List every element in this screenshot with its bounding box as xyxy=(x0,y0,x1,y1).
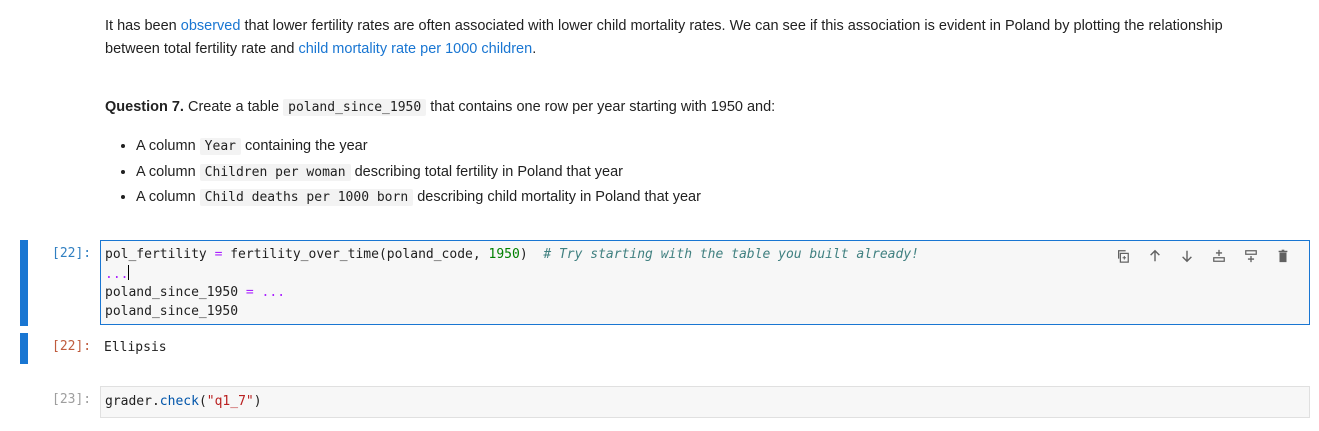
insert-below-button[interactable] xyxy=(1235,247,1267,265)
move-down-button[interactable] xyxy=(1171,247,1203,265)
observed-link[interactable]: observed xyxy=(181,18,241,34)
insert-above-button[interactable] xyxy=(1203,247,1235,265)
markdown-paragraph-intro: It has been observed that lower fertilit… xyxy=(105,15,1245,61)
code-editor[interactable]: pol_fertility = fertility_over_time(pola… xyxy=(105,246,919,321)
column-requirements-list: A column Year containing the year A colu… xyxy=(116,134,701,211)
column-code: Year xyxy=(199,138,241,155)
column-code: Child deaths per 1000 born xyxy=(199,189,414,206)
copy-icon xyxy=(1118,250,1129,263)
column-code: Children per woman xyxy=(199,163,351,181)
list-item: A column Year containing the year xyxy=(136,134,701,160)
insert-above-icon xyxy=(1213,249,1225,262)
move-down-icon xyxy=(1182,250,1192,263)
code-cell-22[interactable]: pol_fertility = fertility_over_time(pola… xyxy=(100,240,1310,325)
question-text-a: Create a table xyxy=(183,99,284,115)
output-text: Ellipsis xyxy=(104,340,167,355)
intro-text-b: that lower fertility rates are often ass… xyxy=(105,18,1223,57)
move-up-button[interactable] xyxy=(1139,247,1171,265)
list-item: A column Children per woman describing t… xyxy=(136,160,701,186)
text-cursor xyxy=(128,264,130,280)
input-prompt-22: [22]: xyxy=(52,246,92,261)
question-label: Question 7. xyxy=(105,99,184,115)
intro-text-a: It has been xyxy=(105,18,181,34)
move-up-icon xyxy=(1150,249,1160,262)
output-collapser[interactable] xyxy=(20,333,28,364)
duplicate-cell-button[interactable] xyxy=(1107,247,1139,265)
question-7-paragraph: Question 7. Create a table poland_since_… xyxy=(105,96,1245,119)
list-item: A column Child deaths per 1000 born desc… xyxy=(136,185,701,211)
cell-toolbar xyxy=(1107,247,1299,265)
delete-icon xyxy=(1278,249,1288,263)
intro-text-c: . xyxy=(532,41,537,57)
table-name-code: poland_since_1950 xyxy=(283,99,427,116)
code-cell-23[interactable]: grader.check("q1_7") xyxy=(100,386,1310,418)
code-editor[interactable]: grader.check("q1_7") xyxy=(105,393,262,411)
child-mortality-link[interactable]: child mortality rate per 1000 children xyxy=(298,41,532,57)
input-prompt-23: [23]: xyxy=(52,392,92,407)
output-prompt-22: [22]: xyxy=(52,339,92,354)
question-text-b: that contains one row per year starting … xyxy=(426,99,776,115)
input-collapser[interactable] xyxy=(20,240,28,326)
delete-cell-button[interactable] xyxy=(1267,247,1299,265)
insert-below-icon xyxy=(1245,250,1257,263)
